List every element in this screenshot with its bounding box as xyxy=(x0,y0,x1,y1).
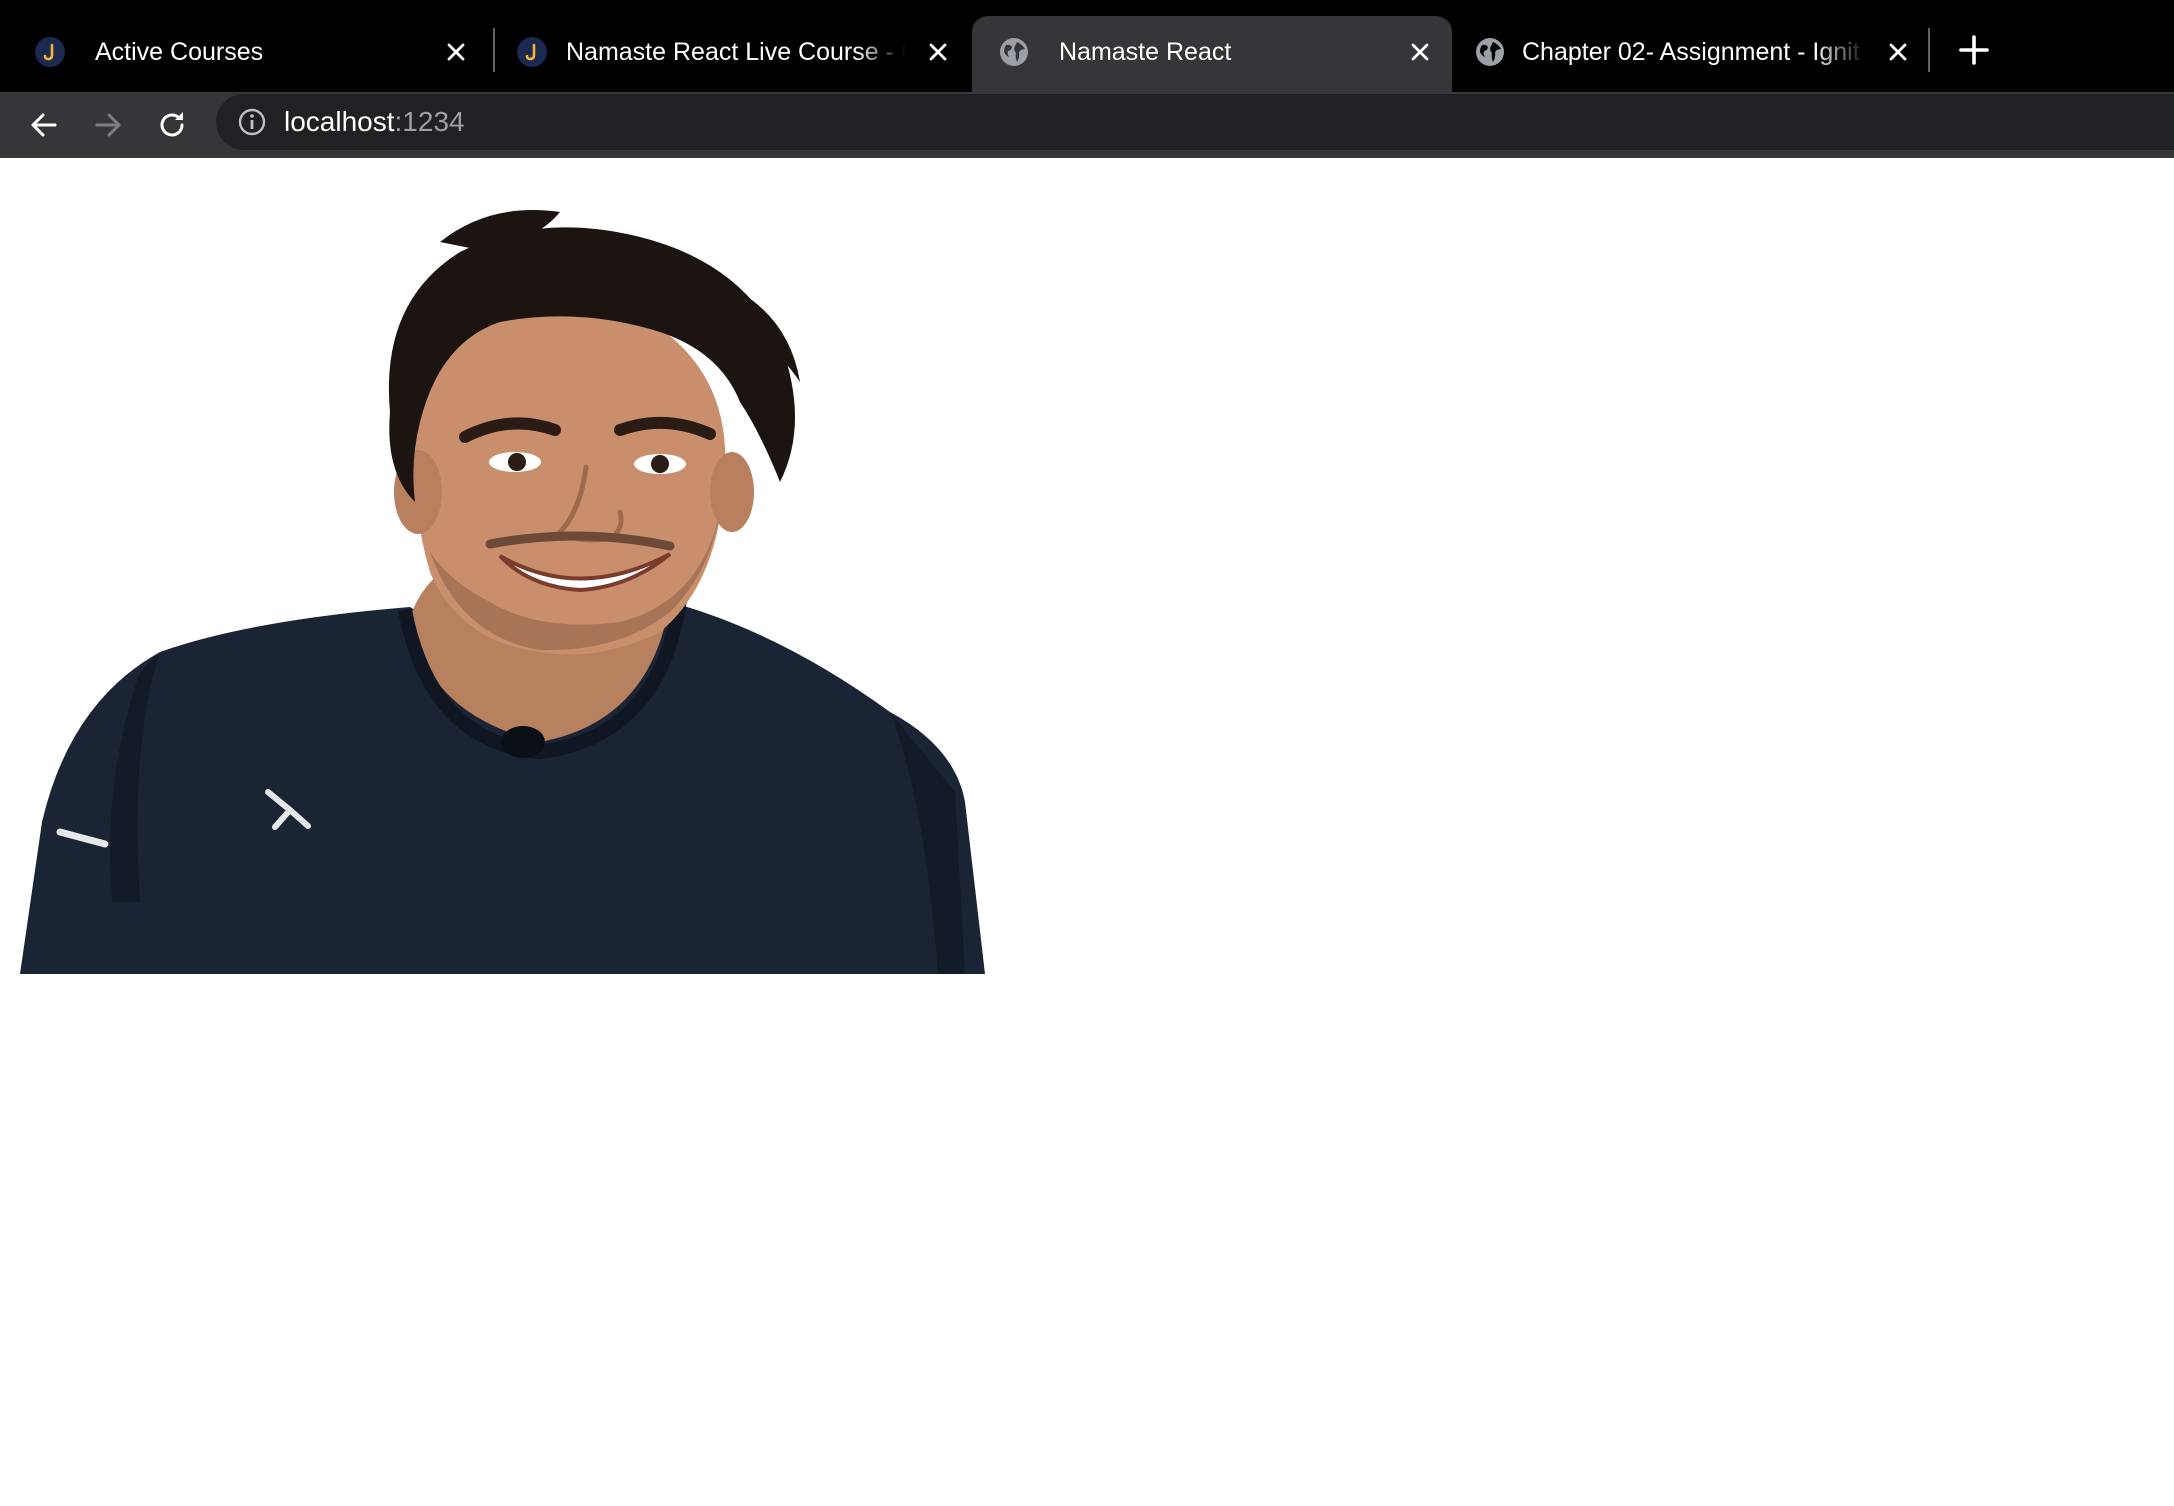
tab-namaste-react-live-course[interactable]: Namaste React Live Course - C xyxy=(500,16,970,92)
tab-title: Active Courses xyxy=(95,38,264,66)
page-viewport xyxy=(0,158,2174,1506)
tab-namaste-react[interactable]: Namaste React xyxy=(972,16,1452,92)
url-port: :1234 xyxy=(394,106,465,137)
browser-toolbar: localhost:1234 xyxy=(0,92,2174,158)
tab-title: Namaste React Live Course - C xyxy=(566,38,906,66)
tab-strip: Active Courses Namaste React Live Course… xyxy=(0,0,2174,92)
portrait-photo xyxy=(20,210,985,974)
close-icon[interactable] xyxy=(1404,36,1436,68)
close-icon[interactable] xyxy=(922,36,954,68)
close-icon[interactable] xyxy=(1882,36,1914,68)
reload-icon[interactable] xyxy=(152,105,192,145)
tab-title: Namaste React xyxy=(1059,38,1232,66)
url-text: localhost:1234 xyxy=(284,104,465,140)
tab-active-courses[interactable]: Active Courses xyxy=(8,16,488,92)
plus-icon[interactable] xyxy=(1954,30,1994,70)
globe-icon xyxy=(1000,38,1028,66)
tab-separator xyxy=(493,28,495,72)
info-circle-icon[interactable] xyxy=(236,106,268,138)
close-icon[interactable] xyxy=(440,36,472,68)
tab-title: Chapter 02- Assignment - Ignit xyxy=(1522,38,1860,66)
arrow-right-icon[interactable] xyxy=(88,105,128,145)
url-host: localhost xyxy=(284,106,395,137)
address-bar[interactable]: localhost:1234 xyxy=(216,94,2174,150)
arrow-left-icon[interactable] xyxy=(24,105,64,145)
course-site-favicon-icon xyxy=(35,37,65,67)
globe-icon xyxy=(1476,38,1504,66)
tab-chapter-02-assignment[interactable]: Chapter 02- Assignment - Ignit xyxy=(1450,16,1930,92)
browser-window: Active Courses Namaste React Live Course… xyxy=(0,0,2174,1506)
tab-separator xyxy=(1928,28,1930,72)
course-site-favicon-icon xyxy=(517,37,547,67)
